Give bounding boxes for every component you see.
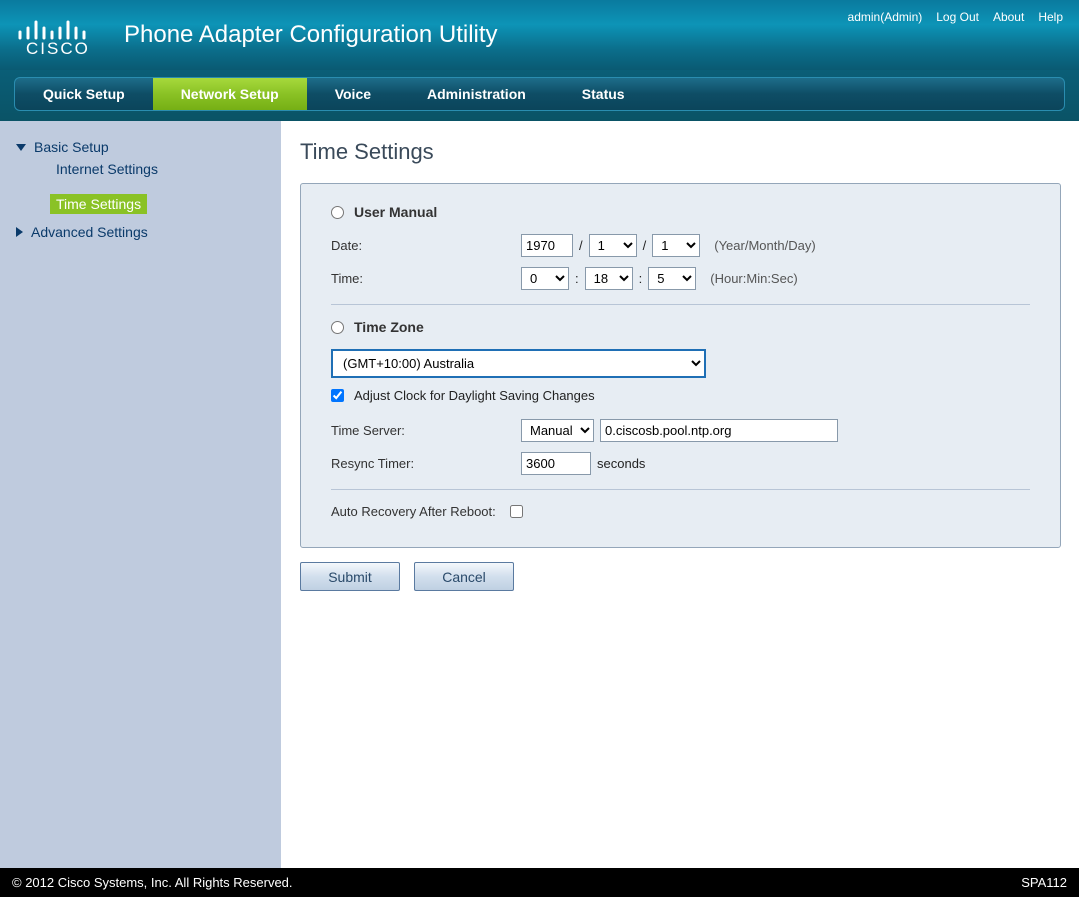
main-nav: Quick Setup Network Setup Voice Administ… bbox=[14, 77, 1065, 111]
time-server-host-input[interactable] bbox=[600, 419, 838, 442]
hint-time: (Hour:Min:Sec) bbox=[710, 271, 797, 286]
label-auto-recovery: Auto Recovery After Reboot: bbox=[331, 504, 496, 519]
button-row: Submit Cancel bbox=[300, 562, 1061, 591]
tab-status[interactable]: Status bbox=[554, 78, 653, 110]
sidebar-item-basic-setup[interactable]: Basic Setup bbox=[14, 135, 271, 159]
content-area: Basic Setup Internet Settings Time Setti… bbox=[0, 121, 1079, 868]
cancel-button[interactable]: Cancel bbox=[414, 562, 514, 591]
row-time: Time: 0 : 18 : 5 (Hour:Min:Sec) bbox=[331, 267, 1030, 290]
time-second-select[interactable]: 5 bbox=[648, 267, 696, 290]
app-header: CISCO Phone Adapter Configuration Utilit… bbox=[0, 0, 1079, 70]
chevron-down-icon bbox=[16, 144, 26, 151]
heading-time-zone: Time Zone bbox=[354, 319, 424, 335]
sidebar-item-advanced-settings[interactable]: Advanced Settings bbox=[14, 220, 271, 244]
date-month-select[interactable]: 1 bbox=[589, 234, 637, 257]
divider-1 bbox=[331, 304, 1030, 305]
app-title: Phone Adapter Configuration Utility bbox=[124, 21, 498, 49]
label-seconds: seconds bbox=[597, 456, 645, 471]
label-time-server: Time Server: bbox=[331, 423, 521, 438]
tab-network-setup[interactable]: Network Setup bbox=[153, 78, 307, 110]
footer: © 2012 Cisco Systems, Inc. All Rights Re… bbox=[0, 868, 1079, 897]
sidebar-item-time-settings[interactable]: Time Settings bbox=[50, 194, 147, 214]
time-minute-select[interactable]: 18 bbox=[585, 267, 633, 290]
header-links: admin(Admin) Log Out About Help bbox=[848, 10, 1063, 24]
time-hour-select[interactable]: 0 bbox=[521, 267, 569, 290]
row-time-server: Time Server: Manual bbox=[331, 419, 1030, 442]
sidebar-item-internet-settings[interactable]: Internet Settings bbox=[50, 159, 271, 179]
header-user-link[interactable]: admin(Admin) bbox=[848, 10, 923, 24]
brand-text: CISCO bbox=[26, 39, 90, 56]
hint-date: (Year/Month/Day) bbox=[714, 238, 815, 253]
page-title: Time Settings bbox=[300, 139, 1061, 165]
row-dst: Adjust Clock for Daylight Saving Changes bbox=[331, 388, 1030, 403]
row-date: Date: / 1 / 1 (Year/Month/Day) bbox=[331, 234, 1030, 257]
label-resync: Resync Timer: bbox=[331, 456, 521, 471]
resync-timer-input[interactable] bbox=[521, 452, 591, 475]
tab-administration[interactable]: Administration bbox=[399, 78, 554, 110]
date-day-select[interactable]: 1 bbox=[652, 234, 700, 257]
cisco-bridge-icon: CISCO bbox=[14, 12, 94, 59]
nav-row: Quick Setup Network Setup Voice Administ… bbox=[0, 70, 1079, 121]
timezone-select[interactable]: (GMT+10:00) Australia bbox=[331, 349, 706, 378]
sidebar-label-advanced: Advanced Settings bbox=[31, 224, 148, 240]
date-year-input[interactable] bbox=[521, 234, 573, 257]
header-about-link[interactable]: About bbox=[993, 10, 1024, 24]
time-server-mode-select[interactable]: Manual bbox=[521, 419, 594, 442]
auto-recovery-checkbox[interactable] bbox=[510, 505, 523, 518]
radio-time-zone[interactable] bbox=[331, 321, 344, 334]
row-auto-recovery: Auto Recovery After Reboot: bbox=[331, 504, 1030, 519]
label-dst: Adjust Clock for Daylight Saving Changes bbox=[354, 388, 595, 403]
footer-copyright: © 2012 Cisco Systems, Inc. All Rights Re… bbox=[12, 875, 293, 890]
sidebar-label-basic: Basic Setup bbox=[34, 139, 109, 155]
heading-user-manual: User Manual bbox=[354, 204, 437, 220]
row-resync: Resync Timer: seconds bbox=[331, 452, 1030, 475]
radio-user-manual[interactable] bbox=[331, 206, 344, 219]
footer-model: SPA112 bbox=[1021, 875, 1067, 890]
label-date: Date: bbox=[331, 238, 521, 253]
dst-checkbox[interactable] bbox=[331, 389, 344, 402]
sidebar-group-basic: Basic Setup Internet Settings Time Setti… bbox=[14, 135, 271, 214]
section-time-zone: Time Zone bbox=[331, 319, 1030, 335]
sidebar: Basic Setup Internet Settings Time Setti… bbox=[0, 121, 282, 868]
label-time: Time: bbox=[331, 271, 521, 286]
chevron-right-icon bbox=[16, 227, 23, 237]
divider-2 bbox=[331, 489, 1030, 490]
submit-button[interactable]: Submit bbox=[300, 562, 400, 591]
header-logout-link[interactable]: Log Out bbox=[936, 10, 979, 24]
section-user-manual: User Manual bbox=[331, 204, 1030, 220]
settings-panel: User Manual Date: / 1 / 1 (Year/Month/Da… bbox=[300, 183, 1061, 548]
header-help-link[interactable]: Help bbox=[1038, 10, 1063, 24]
tab-voice[interactable]: Voice bbox=[307, 78, 399, 110]
brand-block: CISCO bbox=[14, 12, 94, 59]
sidebar-group-advanced: Advanced Settings bbox=[14, 220, 271, 244]
tab-quick-setup[interactable]: Quick Setup bbox=[15, 78, 153, 110]
main-panel: Time Settings User Manual Date: / 1 / 1 bbox=[282, 121, 1079, 868]
